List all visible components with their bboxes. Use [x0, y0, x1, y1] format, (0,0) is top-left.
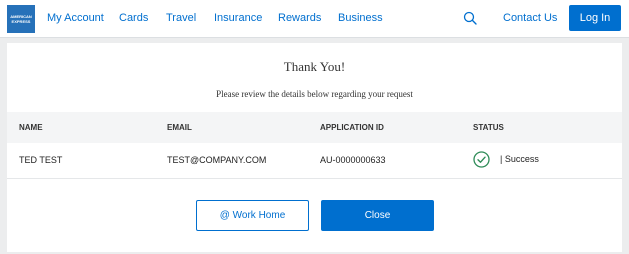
log-in-button[interactable]: Log In	[569, 5, 621, 31]
table-header: NAME EMAIL APPLICATION ID STATUS	[7, 112, 622, 143]
contact-us-link[interactable]: Contact Us	[503, 12, 557, 24]
search-icon[interactable]	[463, 11, 477, 25]
nav-rewards[interactable]: Rewards	[278, 12, 321, 24]
column-header-name: NAME	[19, 123, 43, 132]
nav-cards[interactable]: Cards	[119, 12, 148, 24]
column-header-application-id: APPLICATION ID	[320, 123, 384, 132]
cell-application-id: AU-0000000633	[320, 155, 386, 165]
page-subtitle: Please review the details below regardin…	[216, 89, 413, 99]
nav-my-account[interactable]: My Account	[47, 12, 104, 24]
work-home-button[interactable]: @ Work Home	[196, 200, 309, 231]
cell-name: TED TEST	[19, 155, 63, 165]
column-header-status: STATUS	[473, 123, 504, 132]
cell-email: TEST@COMPANY.COM	[167, 155, 267, 165]
table-row: TED TEST TEST@COMPANY.COM AU-0000000633 …	[7, 143, 622, 179]
nav-business[interactable]: Business	[338, 12, 383, 24]
confirmation-card: Thank You! Please review the details bel…	[7, 43, 622, 252]
close-button[interactable]: Close	[321, 200, 434, 231]
nav-insurance[interactable]: Insurance	[214, 12, 262, 24]
amex-logo[interactable]: AMERICAN EXPRESS	[7, 5, 35, 33]
check-circle-icon	[473, 151, 490, 168]
top-nav-bar: AMERICAN EXPRESS My Account Cards Travel…	[0, 0, 629, 38]
column-header-email: EMAIL	[167, 123, 192, 132]
cell-status: | Success	[500, 154, 539, 164]
logo-line-2: EXPRESS	[11, 19, 31, 24]
page-title: Thank You!	[283, 59, 346, 74]
nav-travel[interactable]: Travel	[166, 12, 196, 24]
